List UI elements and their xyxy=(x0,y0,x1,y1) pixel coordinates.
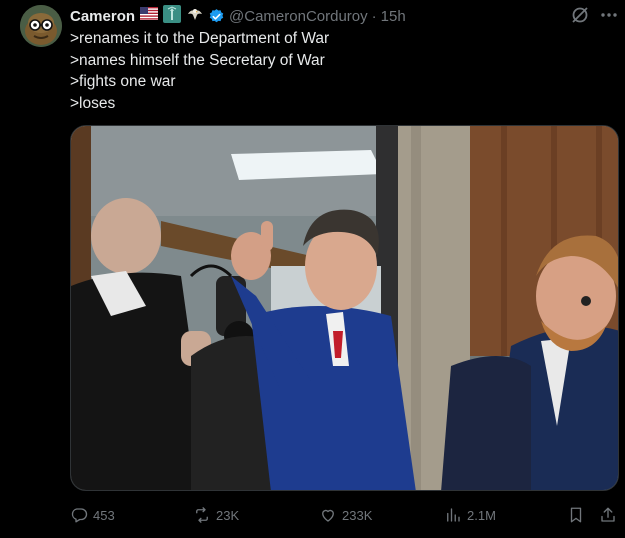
views-count: 2.1M xyxy=(467,507,496,523)
views-chart-icon xyxy=(447,508,460,522)
display-name[interactable]: Cameron xyxy=(70,8,135,25)
tweet-line: >names himself the Secretary of War xyxy=(70,51,325,69)
reply-icon xyxy=(71,508,88,523)
more-options-icon[interactable] xyxy=(598,5,620,25)
tweet-text: >renames it to the Department of War >na… xyxy=(70,28,329,114)
tweet-header: Cameron @CameronCorduroy · 15h xyxy=(70,4,406,28)
repost-button[interactable]: 23K xyxy=(193,504,239,526)
action-bar: 453 23K 233K 2.1M xyxy=(70,504,622,526)
bookmark-icon xyxy=(570,507,582,523)
heart-icon xyxy=(322,509,334,522)
verified-badge-icon xyxy=(208,8,225,25)
repost-icon xyxy=(196,507,208,523)
like-button[interactable]: 233K xyxy=(319,504,372,526)
statue-of-liberty-icon xyxy=(163,4,182,28)
separator-dot: · xyxy=(371,7,377,25)
tweet-line: >loses xyxy=(70,94,116,112)
tweet-line: >fights one war xyxy=(70,73,176,90)
tweet-photo[interactable] xyxy=(70,125,619,491)
tweet[interactable]: Cameron @CameronCorduroy · 15h >renames … xyxy=(0,0,625,538)
share-button[interactable] xyxy=(599,504,617,526)
repost-count: 23K xyxy=(216,507,240,523)
eagle-icon xyxy=(186,5,204,28)
bookmark-button[interactable] xyxy=(567,504,585,526)
cartoon-face-with-glasses-icon xyxy=(20,5,62,47)
reply-button[interactable]: 453 xyxy=(70,504,115,526)
grok-icon[interactable] xyxy=(570,5,590,25)
avatar[interactable] xyxy=(20,5,62,47)
views-button[interactable]: 2.1M xyxy=(444,504,496,526)
tweet-line: >renames it to the Department of War xyxy=(70,30,330,47)
like-count: 233K xyxy=(342,507,373,523)
timestamp[interactable]: 15h xyxy=(381,8,406,25)
us-flag-icon xyxy=(140,7,159,25)
share-icon xyxy=(601,507,615,522)
handle[interactable]: @CameronCorduroy xyxy=(229,8,368,25)
reply-count: 453 xyxy=(93,507,115,523)
photo-illustration xyxy=(71,126,618,490)
